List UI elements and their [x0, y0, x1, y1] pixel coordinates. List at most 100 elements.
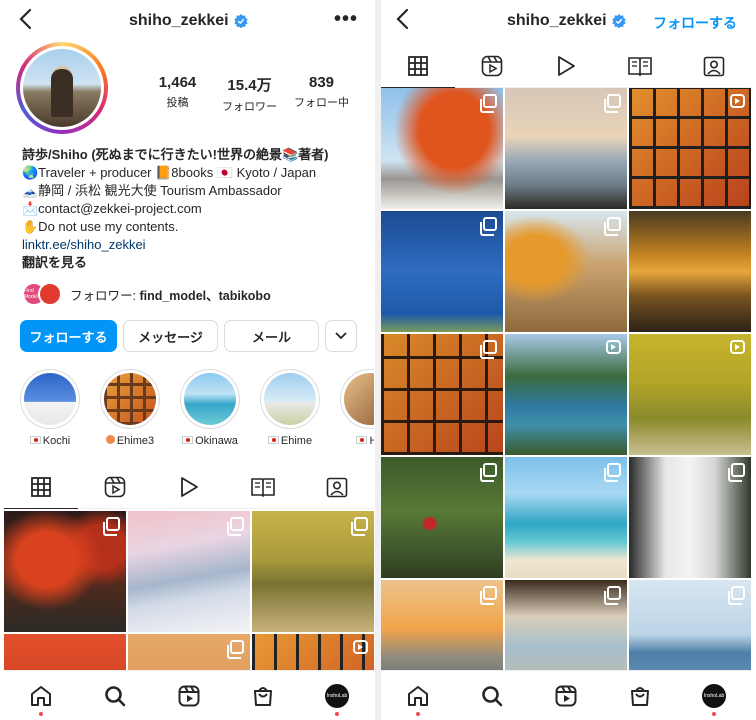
- post-thumbnail[interactable]: [252, 511, 374, 632]
- post-thumbnail[interactable]: [381, 88, 503, 209]
- highlight-label: Okinawa: [195, 435, 238, 447]
- reels-icon: [178, 685, 200, 706]
- nav-home[interactable]: [21, 676, 61, 716]
- nav-shop[interactable]: [620, 676, 660, 716]
- tab-guides[interactable]: [603, 44, 677, 87]
- username-text: shiho_zekkei: [129, 12, 229, 29]
- post-thumbnail[interactable]: [505, 457, 627, 578]
- followed-by[interactable]: Find Model フォロワー: find_model、tabikobo: [22, 282, 271, 306]
- reel-icon: [606, 340, 621, 354]
- post-thumbnail[interactable]: [505, 211, 627, 332]
- tagged-person-icon: [703, 56, 725, 76]
- tab-grid[interactable]: [381, 44, 455, 88]
- post-grid: [381, 88, 751, 701]
- highlight-item[interactable]: Ehime3: [100, 369, 160, 447]
- notification-dot: [39, 711, 43, 716]
- bio-line: 🗻静岡 / 浜松 観光大使 Tourism Ambassador: [22, 183, 282, 198]
- nav-profile[interactable]: InshoLab: [317, 676, 357, 716]
- username-title: shiho_zekkei: [129, 12, 248, 30]
- flag-japan-icon: [29, 436, 41, 444]
- post-thumbnail[interactable]: [629, 334, 751, 455]
- tab-videos[interactable]: [529, 44, 603, 87]
- tab-tagged[interactable]: [300, 465, 374, 508]
- bio-link[interactable]: linktr.ee/shiho_zekkei: [22, 236, 367, 254]
- carousel-icon: [227, 640, 244, 659]
- more-options-icon[interactable]: •••: [334, 8, 358, 31]
- peach-icon: [105, 435, 115, 444]
- post-thumbnail[interactable]: [505, 88, 627, 209]
- profile-avatar-small: InshoLab: [702, 683, 726, 708]
- highlight-item[interactable]: Ha: [340, 369, 374, 447]
- profile-stats: 1,464 投稿 15.4万 フォロワー 839 フォロー中: [144, 74, 360, 114]
- follow-button[interactable]: フォローする: [20, 320, 117, 352]
- post-thumbnail[interactable]: [4, 511, 126, 632]
- stat-posts[interactable]: 1,464 投稿: [144, 74, 211, 114]
- post-thumbnail[interactable]: [381, 211, 503, 332]
- action-buttons: フォローする メッセージ メール: [20, 320, 357, 352]
- post-thumbnail[interactable]: [128, 511, 250, 632]
- flag-japan-icon: [356, 436, 368, 444]
- nav-home[interactable]: [398, 676, 438, 716]
- tab-guides[interactable]: [226, 465, 300, 508]
- stat-followers[interactable]: 15.4万 フォロワー: [216, 74, 283, 114]
- stat-following-label: フォロー中: [294, 97, 349, 109]
- nav-shop[interactable]: [243, 676, 283, 716]
- back-icon[interactable]: [395, 8, 409, 30]
- guide-book-icon: [628, 56, 652, 76]
- see-translation-link[interactable]: 翻訳を見る: [22, 254, 367, 272]
- bio-line: 🌏Traveler + producer 📙8books 🇯🇵 Kyoto / …: [22, 165, 317, 180]
- guide-book-icon: [251, 477, 275, 497]
- tab-reels[interactable]: [455, 44, 529, 87]
- carousel-icon: [728, 463, 745, 482]
- stat-following[interactable]: 839 フォロー中: [288, 74, 355, 114]
- bio-line: ✋Do not use my contents.: [22, 219, 179, 234]
- nav-search[interactable]: [472, 676, 512, 716]
- profile-avatar-small: InshoLab: [325, 683, 349, 708]
- carousel-icon: [480, 463, 497, 482]
- nav-search[interactable]: [95, 676, 135, 716]
- followed-by-names: find_model、tabikobo: [139, 288, 271, 303]
- back-icon[interactable]: [18, 8, 32, 30]
- stat-followers-count: 15.4万: [227, 77, 272, 94]
- nav-reels[interactable]: [546, 676, 586, 716]
- top-bar: shiho_zekkei •••: [4, 0, 374, 44]
- message-button[interactable]: メッセージ: [123, 320, 218, 352]
- tab-reels[interactable]: [78, 465, 152, 508]
- tagged-person-icon: [326, 477, 348, 497]
- carousel-icon: [604, 94, 621, 113]
- flag-japan-icon: [182, 436, 194, 444]
- carousel-icon: [480, 340, 497, 359]
- highlight-item[interactable]: Ehime: [260, 369, 320, 447]
- highlight-item[interactable]: Okinawa: [180, 369, 240, 447]
- post-thumbnail[interactable]: [629, 211, 751, 332]
- search-icon: [482, 685, 503, 706]
- profile-tabs: [4, 465, 374, 509]
- play-icon: [558, 55, 575, 76]
- carousel-icon: [604, 217, 621, 236]
- shopping-bag-icon: [254, 686, 272, 706]
- tab-tagged[interactable]: [677, 44, 751, 87]
- profile-avatar-logo-text: InshoLab: [703, 692, 725, 699]
- post-thumbnail[interactable]: [629, 88, 751, 209]
- story-highlights: Kochi Ehime3 Okinawa Ehime Ha: [20, 369, 374, 447]
- notification-dot: [335, 711, 339, 716]
- follow-link[interactable]: フォローする: [653, 13, 737, 33]
- reels-icon: [555, 685, 577, 706]
- post-thumbnail[interactable]: [381, 334, 503, 455]
- post-thumbnail[interactable]: [381, 457, 503, 578]
- post-thumbnail[interactable]: [629, 457, 751, 578]
- stat-following-count: 839: [308, 74, 335, 91]
- profile-avatar[interactable]: [16, 42, 108, 134]
- suggested-accounts-button[interactable]: [325, 320, 357, 352]
- profile-bio: 詩歩/Shiho (死ぬまでに行きたい!世界の絶景📚著者) 🌏Traveler …: [22, 146, 367, 272]
- grid-icon: [408, 55, 428, 76]
- tab-videos[interactable]: [152, 465, 226, 508]
- post-thumbnail[interactable]: [505, 334, 627, 455]
- highlight-item[interactable]: Kochi: [20, 369, 80, 447]
- tab-grid[interactable]: [4, 465, 78, 509]
- home-icon: [31, 685, 51, 706]
- email-button[interactable]: メール: [224, 320, 319, 352]
- bottom-nav: InshoLab: [4, 670, 374, 720]
- nav-reels[interactable]: [169, 676, 209, 716]
- nav-profile[interactable]: InshoLab: [694, 676, 734, 716]
